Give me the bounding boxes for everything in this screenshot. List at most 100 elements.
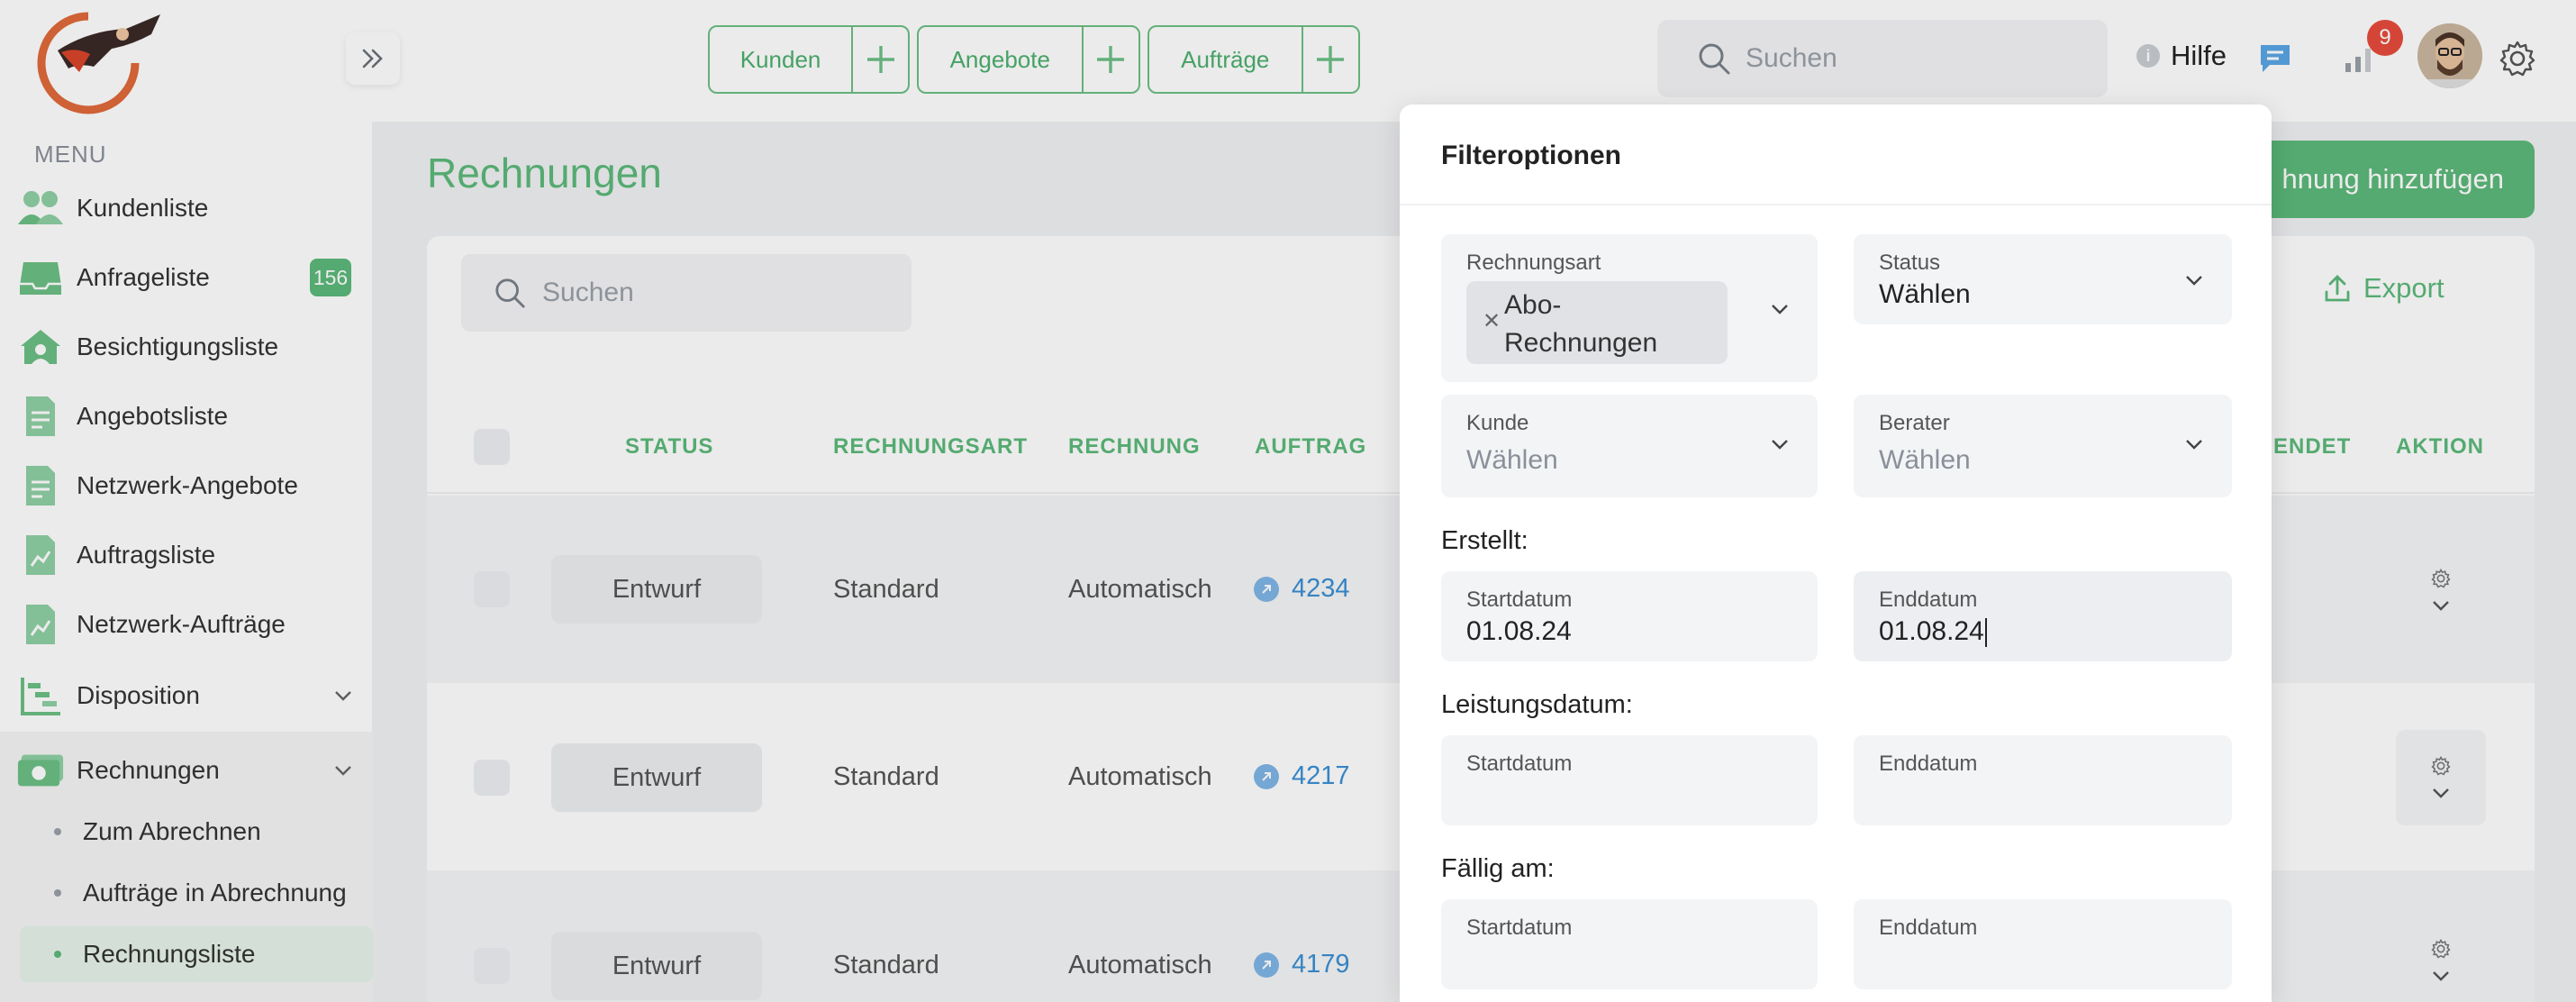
add-order-button[interactable] [1303, 27, 1358, 92]
start-date-label: Startdatum [1466, 588, 1573, 612]
sidebar-item-label: Disposition [77, 681, 200, 709]
sidebar-item-label: Besichtigungsliste [77, 332, 279, 360]
quick-customers: Kunden [708, 25, 910, 94]
status-badge: Entwurf [551, 932, 762, 1000]
chip-label: Abo- Rechnungen [1504, 287, 1657, 362]
column-header-aktion: AKTION [2396, 434, 2484, 459]
sidebar-item-netzwerk-auftraege[interactable]: Netzwerk-Aufträge [0, 593, 373, 656]
rechnung-cell: Automatisch [1068, 762, 1212, 791]
quick-orders-button[interactable]: Aufträge [1149, 27, 1303, 92]
sidebar-item-auftragsliste[interactable]: Auftragsliste [0, 524, 373, 587]
sidebar-item-netzwerk-angebote[interactable]: Netzwerk-Angebote [0, 454, 373, 517]
external-link-icon [1254, 763, 1279, 789]
double-chevron-right-icon [362, 49, 383, 68]
leistungsdatum-start-date-input[interactable]: Startdatum [1441, 735, 1818, 825]
sidebar-item-rechnungen[interactable]: Rechnungen [0, 739, 373, 802]
plus-icon [1097, 46, 1125, 73]
column-header-status[interactable]: STATUS [625, 434, 713, 460]
sidebar-item-label: Angebotsliste [77, 402, 229, 430]
remove-chip-icon[interactable]: ✕ [1483, 308, 1501, 334]
row-checkbox[interactable] [474, 948, 510, 984]
sidebar-subitem-label: Zum Abrechnen [83, 817, 261, 845]
chevron-down-icon [2433, 788, 2449, 798]
quick-customers-button[interactable]: Kunden [710, 27, 854, 92]
filter-panel: Filteroptionen Rechnungsart ✕ Abo- Rechn… [1400, 105, 2272, 1002]
auftrag-link[interactable]: 4234 [1254, 574, 1350, 604]
auftrag-link[interactable]: 4217 [1254, 761, 1350, 791]
table-search-input[interactable]: Suchen [461, 254, 912, 332]
kunde-select[interactable]: Kunde Wählen [1441, 395, 1818, 497]
faellig-start-date-input[interactable]: Startdatum [1441, 899, 1818, 989]
sidebar-item-label: Anfrageliste [77, 263, 210, 291]
plus-icon [1317, 46, 1345, 73]
user-avatar[interactable] [2417, 23, 2482, 88]
sidebar-item-angebotsliste[interactable]: Angebotsliste [0, 385, 373, 448]
quick-offers-button[interactable]: Angebote [919, 27, 1084, 92]
quick-offers: Angebote [917, 25, 1140, 94]
settings-button[interactable] [2499, 40, 2536, 82]
erstellt-start-date-input[interactable]: Startdatum 01.08.24 [1441, 571, 1818, 661]
sidebar-item-besichtigungsliste[interactable]: Besichtigungsliste [0, 315, 373, 378]
rechnungsart-select[interactable]: Rechnungsart ✕ Abo- Rechnungen [1441, 234, 1818, 382]
auftrag-number: 4217 [1292, 761, 1350, 790]
chevron-down-icon [1772, 305, 1788, 314]
select-all-checkbox[interactable] [474, 429, 510, 465]
global-search-input[interactable]: Suchen [1657, 20, 2108, 97]
row-checkbox[interactable] [474, 571, 510, 607]
chevron-down-icon [2433, 971, 2449, 981]
kunde-label: Kunde [1466, 411, 1529, 435]
sidebar-subitem-rechnungsliste[interactable]: Rechnungsliste [20, 926, 373, 982]
sidebar-toggle-button[interactable] [346, 32, 400, 85]
top-bar: Kunden Angebote Aufträge Suchen i Hilfe … [0, 0, 2576, 122]
column-header-auftrag[interactable]: AUFTRAG [1255, 434, 1366, 460]
chip-label-line: Rechnungen [1504, 328, 1658, 358]
bullet-icon [54, 951, 61, 958]
status-select[interactable]: Status Wählen [1854, 234, 2232, 324]
sidebar-item-disposition[interactable]: Disposition [0, 664, 373, 727]
row-checkbox[interactable] [474, 760, 510, 796]
chart-document-icon [16, 602, 65, 647]
auftrag-number: 4234 [1292, 574, 1350, 603]
berater-select[interactable]: Berater Wählen [1854, 395, 2232, 497]
faellig-end-date-input[interactable]: Enddatum [1854, 899, 2232, 989]
sidebar-item-label: Auftragsliste [77, 541, 216, 569]
chevron-down-icon [335, 766, 351, 776]
row-action-button[interactable] [2396, 919, 2486, 1002]
sidebar-subitem-auftraege-in-abrechnung[interactable]: Aufträge in Abrechnung [20, 865, 373, 921]
sidebar-subitem-label: Aufträge in Abrechnung [83, 879, 347, 906]
rechnungsart-cell: Standard [833, 951, 939, 979]
leistungsdatum-end-date-input[interactable]: Enddatum [1854, 735, 2232, 825]
export-button[interactable]: Export [2324, 272, 2444, 305]
sidebar-item-label: Rechnungen [77, 756, 220, 784]
chat-icon [2261, 45, 2290, 72]
sidebar-item-anfrageliste[interactable]: Anfrageliste 156 [0, 246, 373, 309]
row-action-button[interactable] [2396, 542, 2486, 638]
chat-button[interactable] [2257, 41, 2293, 80]
add-offer-button[interactable] [1084, 27, 1138, 92]
berater-placeholder: Wählen [1879, 445, 1971, 475]
sidebar-subitem-zum-abrechnen[interactable]: Zum Abrechnen [20, 804, 373, 860]
help-link[interactable]: i Hilfe [2136, 40, 2227, 72]
app-logo[interactable] [25, 4, 166, 115]
end-date-label: Enddatum [1879, 915, 1978, 940]
column-header-gesendet[interactable]: ENDET [2273, 434, 2351, 460]
add-customer-button[interactable] [853, 27, 908, 92]
house-icon [16, 324, 65, 369]
export-label: Export [2363, 272, 2444, 304]
end-date-value: 01.08.24 [1879, 616, 1984, 646]
page-title: Rechnungen [427, 150, 662, 196]
start-date-value: 01.08.24 [1466, 616, 1572, 646]
gantt-icon [16, 673, 65, 718]
quick-orders: Aufträge [1147, 25, 1360, 94]
rechnungsart-label: Rechnungsart [1466, 250, 1601, 275]
column-header-rechnung[interactable]: RECHNUNG [1068, 434, 1201, 460]
erstellt-end-date-input[interactable]: Enddatum 01.08.24 [1854, 571, 2232, 661]
info-icon: i [2136, 44, 2160, 68]
rechnungsart-cell: Standard [833, 575, 939, 604]
menu-label: MENU [34, 141, 107, 168]
status-label: Status [1879, 250, 1941, 275]
column-header-rechnungsart[interactable]: RECHNUNGSART [833, 434, 1028, 460]
row-action-button[interactable] [2396, 730, 2486, 825]
sidebar-item-kundenliste[interactable]: Kundenliste [0, 177, 373, 240]
auftrag-link[interactable]: 4179 [1254, 950, 1350, 979]
